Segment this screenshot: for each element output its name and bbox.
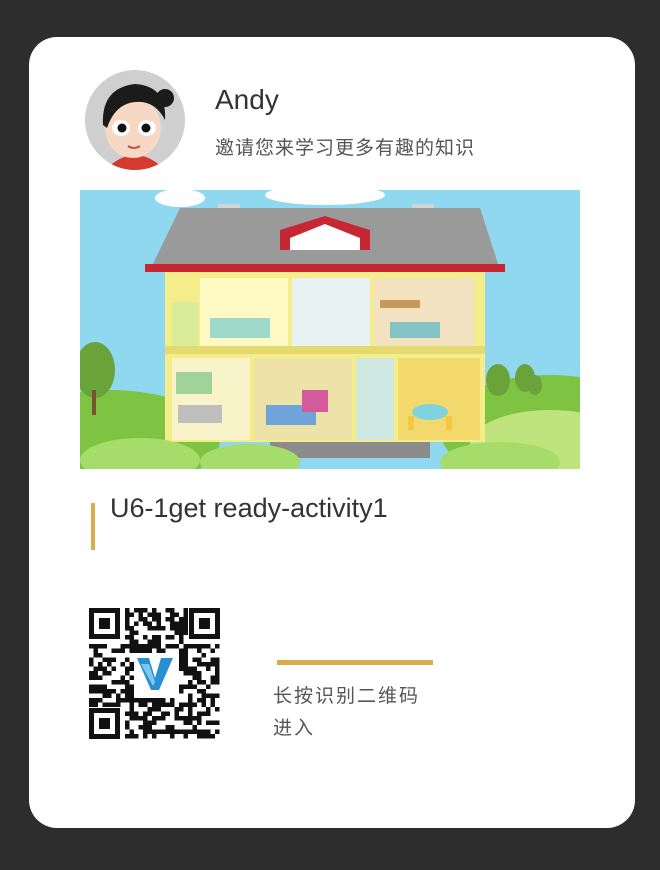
qr-hint-line2: 进入 [273,717,316,739]
lesson-cover-image[interactable] [80,190,580,469]
qr-hint-line1: 长按识别二维码 [273,685,421,707]
title-accent-bar [91,503,95,550]
share-card: Andy 邀请您来学习更多有趣的知识 U6-1get ready-activit… [29,37,635,828]
avatar[interactable] [85,70,185,170]
invite-text: 邀请您来学习更多有趣的知识 [215,137,476,159]
lesson-title: U6-1get ready-activity1 [110,493,388,523]
user-name: Andy [215,84,279,115]
qr-code[interactable] [89,608,220,739]
divider-accent-line [277,660,433,665]
